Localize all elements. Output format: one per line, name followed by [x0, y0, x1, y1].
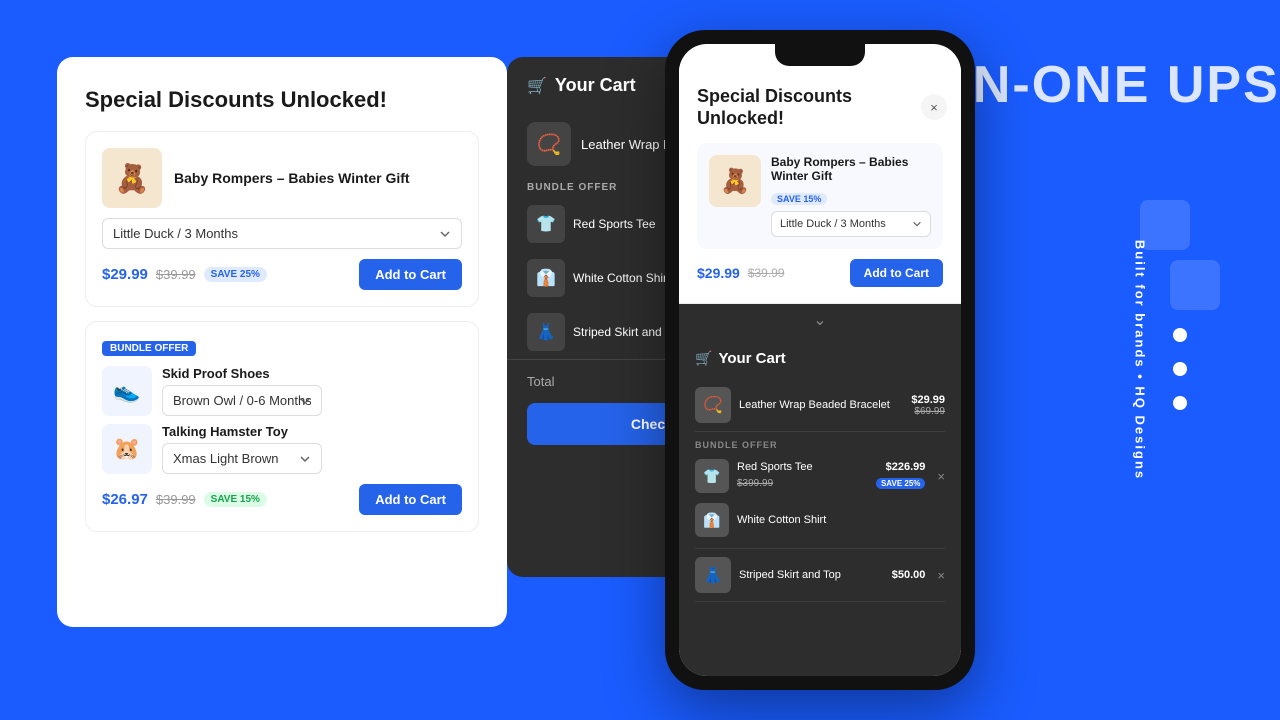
- mobile-product-save-badge: SAVE 15%: [771, 193, 827, 205]
- mobile-cart-name-striped: Striped Skirt and Top: [739, 569, 884, 581]
- phone-frame: × Special Discounts Unlocked! 🧸 Baby Rom…: [665, 30, 975, 690]
- mobile-cart-price-old-1: $69.99: [911, 406, 945, 417]
- desktop-save-badge-1: SAVE 25%: [204, 267, 267, 282]
- desktop-product-name-1: Baby Rompers – Babies Winter Gift: [174, 170, 410, 186]
- mobile-variant-select[interactable]: Little Duck / 3 Months: [771, 211, 931, 237]
- mobile-bundle-img-2: 👔: [695, 503, 729, 537]
- desktop-bundle-badge: BUNDLE OFFER: [102, 341, 196, 356]
- mobile-discount-section: × Special Discounts Unlocked! 🧸 Baby Rom…: [679, 66, 961, 304]
- desktop-bundle-item-2: 🐹 Talking Hamster Toy Xmas Light Brown: [102, 424, 462, 474]
- mobile-product-name: Baby Rompers – Babies Winter Gift: [771, 155, 931, 183]
- mobile-price-row: $29.99 $39.99 Add to Cart: [697, 259, 943, 287]
- deco-dot-1: [1173, 328, 1187, 342]
- mobile-bundle-price-1: $226.99: [876, 461, 925, 473]
- desktop-price-old-1: $39.99: [156, 267, 196, 282]
- mobile-cart-icon: 🛒: [695, 350, 712, 367]
- mobile-bundle-row-2: 👔 White Cotton Shirt: [695, 498, 945, 542]
- mobile-bundle-save-badge-1: SAVE 25%: [876, 478, 925, 489]
- desktop-product-card-1: 🧸 Baby Rompers – Babies Winter Gift Litt…: [85, 131, 479, 307]
- desktop-bundle-add-btn[interactable]: Add to Cart: [359, 484, 462, 515]
- desktop-bundle-price-old: $39.99: [156, 492, 196, 507]
- cart-item-img-1: 📿: [527, 122, 571, 166]
- vertical-text: Built for brands • HQ Designs: [1132, 240, 1147, 480]
- mobile-cart-price-1: $29.99: [911, 394, 945, 406]
- desktop-bundle-item-1: 👟 Skid Proof Shoes Brown Owl / 0-6 Month…: [102, 366, 462, 416]
- deco-dot-3: [1173, 396, 1187, 410]
- desktop-price-new-1: $29.99: [102, 266, 148, 283]
- cart-bundle-img-3: 👗: [527, 313, 565, 351]
- mobile-bundle-row-1: 👕 Red Sports Tee $399.99 $226.99 SAVE 25…: [695, 454, 945, 498]
- chevron-down-icon: ⌄: [813, 310, 826, 330]
- mobile-bundle-price-old-1: $399.99: [737, 478, 773, 489]
- mobile-add-btn[interactable]: Add to Cart: [850, 259, 943, 287]
- mobile-product-info: Baby Rompers – Babies Winter Gift SAVE 1…: [771, 155, 931, 237]
- mobile-cart-img-1: 📿: [695, 387, 731, 423]
- desktop-variant-select-1[interactable]: Little Duck / 3 Months: [102, 218, 462, 249]
- mobile-bundle-name-2: White Cotton Shirt: [737, 514, 945, 526]
- mobile-remove-btn-1[interactable]: ×: [937, 469, 945, 484]
- mobile-product-card: 🧸 Baby Rompers – Babies Winter Gift SAVE…: [697, 143, 943, 249]
- mobile-remove-btn-striped[interactable]: ×: [937, 568, 945, 583]
- cart-title: Your Cart: [555, 75, 636, 96]
- phone-screen: × Special Discounts Unlocked! 🧸 Baby Rom…: [679, 44, 961, 676]
- desktop-bundle-img-2: 🐹: [102, 424, 152, 474]
- mobile-cart-item-striped: 👗 Striped Skirt and Top $50.00 ×: [695, 548, 945, 602]
- desktop-bundle-save: SAVE 15%: [204, 492, 267, 507]
- deco-dot-2: [1173, 362, 1187, 376]
- mobile-bundle-label: BUNDLE OFFER: [695, 432, 945, 454]
- mobile-cart-img-striped: 👗: [695, 557, 731, 593]
- desktop-bundle-variant-2[interactable]: Xmas Light Brown: [162, 443, 322, 474]
- desktop-panel-title: Special Discounts Unlocked!: [85, 87, 479, 113]
- phone-notch: [775, 44, 865, 66]
- desktop-bundle-price-new: $26.97: [102, 491, 148, 508]
- desktop-bundle-variant-1[interactable]: Brown Owl / 0-6 Months: [162, 385, 322, 416]
- mobile-chevron-divider: ⌄: [679, 304, 961, 336]
- mobile-price-old: $39.99: [748, 266, 785, 280]
- desktop-bundle-img-1: 👟: [102, 366, 152, 416]
- mobile-close-btn[interactable]: ×: [921, 94, 947, 120]
- deco-square-2: [1170, 260, 1220, 310]
- cart-bundle-img-1: 👕: [527, 205, 565, 243]
- mobile-cart-price-striped: $50.00: [892, 569, 926, 581]
- mobile-discount-title: Special Discounts Unlocked!: [697, 86, 943, 129]
- cart-icon: 🛒: [527, 76, 547, 96]
- mobile-cart-header: 🛒 Your Cart: [695, 350, 945, 367]
- desktop-bundle-name-2: Talking Hamster Toy: [162, 424, 322, 439]
- desktop-bundle-name-1: Skid Proof Shoes: [162, 366, 322, 381]
- mobile-cart-title: Your Cart: [718, 350, 785, 367]
- mobile-bundle-name-1: Red Sports Tee: [737, 461, 868, 473]
- desktop-discount-panel: Special Discounts Unlocked! 🧸 Baby Rompe…: [57, 57, 507, 627]
- mobile-bundle-img-1: 👕: [695, 459, 729, 493]
- mobile-cart-item-1: 📿 Leather Wrap Beaded Bracelet $29.99 $6…: [695, 379, 945, 432]
- mobile-price-new: $29.99: [697, 265, 740, 281]
- mobile-product-img: 🧸: [709, 155, 761, 207]
- decorative-right: Built for brands • HQ Designs: [1080, 0, 1280, 720]
- mobile-cart-name-1: Leather Wrap Beaded Bracelet: [739, 399, 903, 411]
- cart-bundle-img-2: 👔: [527, 259, 565, 297]
- desktop-add-btn-1[interactable]: Add to Cart: [359, 259, 462, 290]
- mobile-cart-section: 🛒 Your Cart 📿 Leather Wrap Beaded Bracel…: [679, 336, 961, 676]
- desktop-product-img-1: 🧸: [102, 148, 162, 208]
- desktop-bundle-card: BUNDLE OFFER 👟 Skid Proof Shoes Brown Ow…: [85, 321, 479, 532]
